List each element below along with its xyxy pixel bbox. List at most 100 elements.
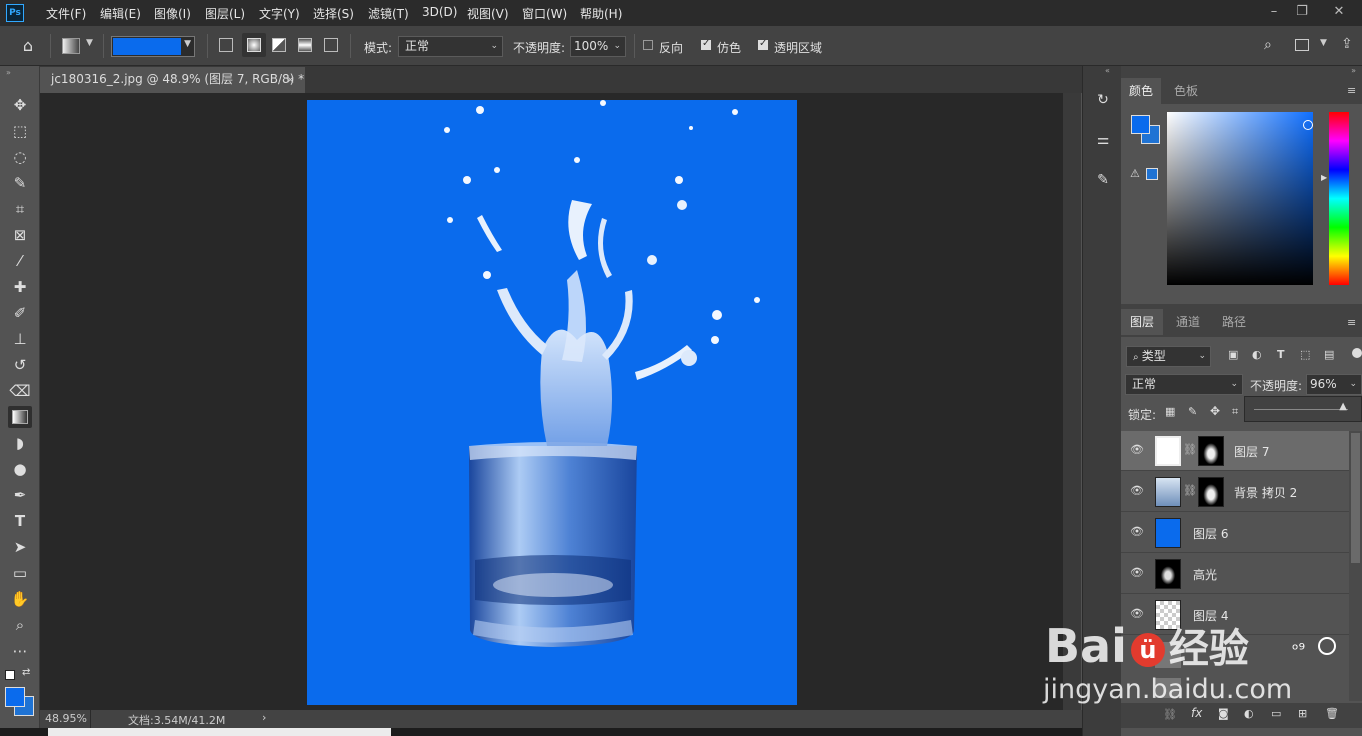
tab-swatches[interactable]: 色板 <box>1163 78 1209 104</box>
pen-tool-icon[interactable]: ✒ <box>8 484 32 506</box>
filter-shape-icon[interactable]: ⬚ <box>1300 348 1310 361</box>
radial-gradient-button[interactable] <box>242 33 266 57</box>
delete-layer-icon[interactable]: 🗑 <box>1325 707 1339 720</box>
tab-paths[interactable]: 路径 <box>1212 309 1256 335</box>
fx-icon[interactable]: fx <box>1191 706 1202 720</box>
menu-image[interactable]: 图像(I) <box>154 5 191 22</box>
menu-window[interactable]: 窗口(W) <box>522 5 567 22</box>
menu-layer[interactable]: 图层(L) <box>205 5 245 22</box>
add-mask-icon[interactable]: ◙ <box>1218 707 1229 720</box>
search-icon[interactable]: ⌕ <box>1264 37 1272 53</box>
new-layer-icon[interactable]: ⊞ <box>1298 707 1307 720</box>
layer-mask-thumbnail[interactable] <box>1198 436 1224 466</box>
filter-smart-object-icon[interactable]: ▤ <box>1324 348 1334 361</box>
restore-icon[interactable]: ❐ <box>1291 3 1313 21</box>
menu-help[interactable]: 帮助(H) <box>580 5 622 22</box>
lock-position-icon[interactable]: ✥ <box>1210 404 1220 418</box>
hue-slider[interactable] <box>1329 112 1349 285</box>
opacity-slider-handle[interactable]: ▲ <box>1339 401 1347 412</box>
menu-3d[interactable]: 3D(D) <box>422 5 457 19</box>
chevron-down-icon[interactable]: ▼ <box>1320 38 1327 48</box>
layers-scrollbar[interactable] <box>1349 431 1362 701</box>
menu-edit[interactable]: 编辑(E) <box>100 5 141 22</box>
layer-filter-dropdown[interactable]: ⌕ 类型 ⌄ <box>1126 346 1211 367</box>
document-tab[interactable]: jc180316_2.jpg @ 48.9% (图层 7, RGB/8) * × <box>40 67 305 93</box>
lock-transparent-icon[interactable]: ▦ <box>1165 405 1175 418</box>
dodge-tool-icon[interactable]: ● <box>8 458 32 480</box>
history-icon[interactable]: ↻ <box>1093 90 1113 110</box>
hue-slider-handle[interactable]: ▶ <box>1321 173 1327 182</box>
layer-name[interactable]: 图层 7 <box>1234 443 1269 460</box>
adjustments-icon[interactable]: ⚌ <box>1093 130 1113 150</box>
filter-type-icon[interactable]: T <box>1277 348 1285 361</box>
tab-channels[interactable]: 通道 <box>1166 309 1210 335</box>
layer-row[interactable]: 👁 高光 <box>1121 554 1349 594</box>
marquee-tool-icon[interactable]: ⬚ <box>8 120 32 142</box>
angle-gradient-icon[interactable] <box>272 38 286 52</box>
layer-row[interactable]: 👁 ⛓ 背景 拷贝 2 <box>1121 472 1349 512</box>
color-field[interactable] <box>1167 112 1313 285</box>
warning-icon[interactable]: ⚠ <box>1130 167 1140 180</box>
mode-dropdown[interactable]: 正常 ⌄ <box>398 36 503 57</box>
opacity-field[interactable]: 100% ⌄ <box>570 36 626 57</box>
collapse-icon[interactable]: » <box>6 68 11 77</box>
menu-view[interactable]: 视图(V) <box>467 5 509 22</box>
layer-name[interactable]: 图层 6 <box>1193 525 1228 542</box>
menu-file[interactable]: 文件(F) <box>46 5 86 22</box>
tab-color[interactable]: 颜色 <box>1121 78 1161 104</box>
healing-brush-tool-icon[interactable]: ✚ <box>8 276 32 298</box>
crop-tool-icon[interactable]: ⌗ <box>8 198 32 220</box>
rectangle-tool-icon[interactable]: ▭ <box>8 562 32 584</box>
clone-stamp-tool-icon[interactable]: ⊥ <box>8 328 32 350</box>
gradient-tool-icon[interactable] <box>8 406 32 428</box>
panel-menu-icon[interactable]: ≡ <box>1347 84 1356 97</box>
linear-gradient-icon[interactable] <box>219 38 233 52</box>
blend-mode-dropdown[interactable]: 正常 ⌄ <box>1125 374 1243 395</box>
opacity-slider-popup[interactable]: ▲ <box>1244 396 1362 422</box>
menu-type[interactable]: 文字(Y) <box>259 5 300 22</box>
filter-toggle-icon[interactable] <box>1352 348 1362 358</box>
scrollbar-thumb[interactable] <box>1351 433 1360 563</box>
lock-artboard-icon[interactable]: ⌗ <box>1232 405 1238 419</box>
close-tab-icon[interactable]: × <box>286 67 295 92</box>
layer-row[interactable]: 👁 ⛓ 图层 7 <box>1121 431 1349 471</box>
collapse-icon[interactable]: » <box>1351 66 1356 75</box>
dither-checkbox[interactable] <box>701 38 711 50</box>
minimize-icon[interactable]: – <box>1263 3 1285 21</box>
brush-tool-icon[interactable]: ✐ <box>8 302 32 324</box>
home-icon[interactable]: ⌂ <box>18 36 38 56</box>
collapse-icon[interactable]: « <box>1105 66 1110 75</box>
hand-tool-icon[interactable]: ✋ <box>8 588 32 610</box>
frame-tool-icon[interactable]: ⊠ <box>8 224 32 246</box>
close-icon[interactable]: ✕ <box>1328 3 1350 21</box>
filter-adjustment-icon[interactable]: ◐ <box>1252 348 1262 361</box>
filter-pixel-icon[interactable]: ▣ <box>1228 348 1238 361</box>
more-tools-icon[interactable]: ⋯ <box>8 640 32 662</box>
share-icon[interactable]: ⇪ <box>1341 36 1353 52</box>
layer-opacity-field[interactable]: 96% ⌄ <box>1306 374 1362 395</box>
lasso-tool-icon[interactable]: ◌ <box>8 146 32 168</box>
transparency-checkbox[interactable] <box>758 38 768 50</box>
gradient-picker[interactable]: ▼ <box>111 36 195 57</box>
link-icon[interactable]: ⛓ <box>1183 484 1197 497</box>
blur-tool-icon[interactable]: ◗ <box>8 432 32 454</box>
menu-filter[interactable]: 滤镜(T) <box>368 5 409 22</box>
reverse-checkbox[interactable] <box>643 40 653 50</box>
reflected-gradient-icon[interactable] <box>298 38 312 52</box>
adjustment-layer-icon[interactable]: ◐ <box>1244 707 1254 720</box>
foreground-color-swatch[interactable] <box>5 687 25 707</box>
zoom-level[interactable]: 48.95% <box>45 712 87 725</box>
swap-colors-icon[interactable]: ⇄ <box>22 667 30 678</box>
document-canvas[interactable] <box>307 100 797 705</box>
foreground-color-swatch[interactable] <box>1131 115 1150 134</box>
panel-menu-icon[interactable]: ≡ <box>1347 316 1356 329</box>
chevron-down-icon[interactable]: ▼ <box>86 38 93 48</box>
layer-mask-thumbnail[interactable] <box>1198 477 1224 507</box>
brush-settings-icon[interactable]: ✎ <box>1093 170 1113 190</box>
history-brush-tool-icon[interactable]: ↺ <box>8 354 32 376</box>
color-picker-cursor[interactable] <box>1303 120 1313 130</box>
visibility-eye-icon[interactable]: 👁 <box>1130 566 1144 579</box>
new-group-icon[interactable]: ▭ <box>1271 707 1281 720</box>
layer-row[interactable]: 👁 图层 6 <box>1121 513 1349 553</box>
visibility-eye-icon[interactable]: 👁 <box>1130 484 1144 497</box>
